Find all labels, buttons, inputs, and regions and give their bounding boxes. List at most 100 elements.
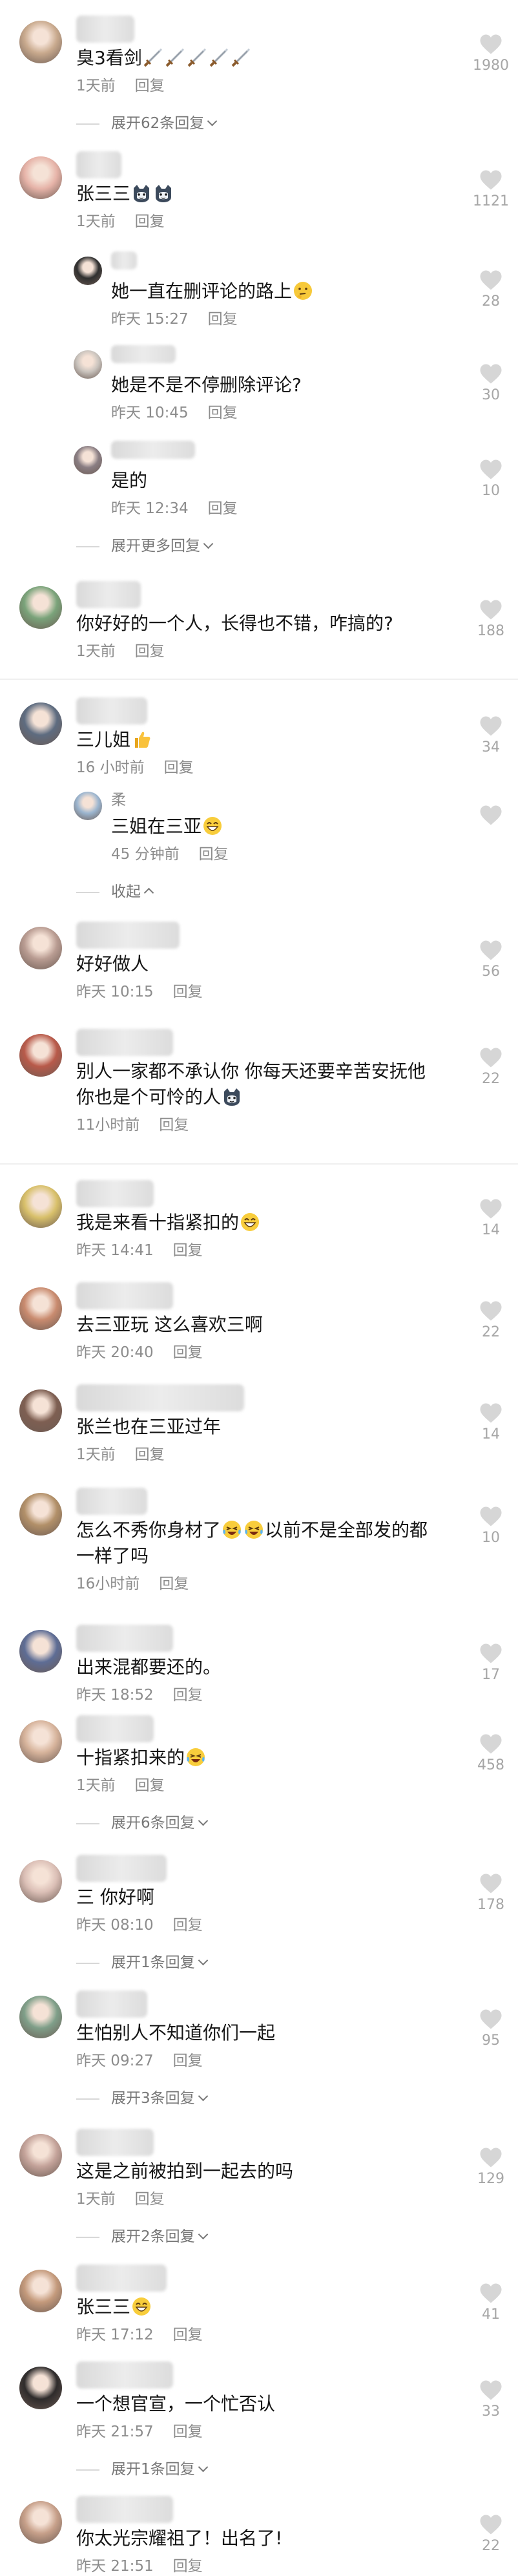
like-button[interactable]: 34 xyxy=(468,715,513,755)
like-button[interactable]: 22 xyxy=(468,2514,513,2554)
avatar[interactable] xyxy=(74,792,102,820)
username-blurred[interactable] xyxy=(76,2129,154,2156)
like-button[interactable]: 56 xyxy=(468,940,513,980)
avatar[interactable] xyxy=(19,2367,62,2409)
like-button[interactable]: 14 xyxy=(468,1402,513,1442)
reply-button[interactable]: 回复 xyxy=(159,1117,189,1134)
like-button[interactable]: 22 xyxy=(468,1047,513,1087)
avatar[interactable] xyxy=(19,1389,62,1432)
expand-label[interactable]: 展开1条回复 xyxy=(111,1954,195,1971)
expand-replies-button[interactable]: 展开3条回复 xyxy=(76,2089,208,2108)
expand-replies-button[interactable]: 展开62条回复 xyxy=(76,114,218,133)
reply-button[interactable]: 回复 xyxy=(173,2423,203,2440)
username-blurred[interactable] xyxy=(76,581,141,608)
avatar[interactable] xyxy=(19,1287,62,1330)
collapse-replies-button[interactable]: 收起 xyxy=(76,882,154,902)
expand-label[interactable]: 展开62条回复 xyxy=(111,115,204,132)
reply-button[interactable]: 回复 xyxy=(173,2053,203,2069)
reply-button[interactable]: 回复 xyxy=(208,405,238,421)
reply-button[interactable]: 回复 xyxy=(173,984,203,1000)
username-blurred[interactable] xyxy=(76,151,121,178)
expand-label[interactable]: 展开3条回复 xyxy=(111,2090,195,2107)
username-blurred[interactable] xyxy=(76,1715,154,1742)
avatar[interactable] xyxy=(19,2501,62,2544)
reply-button[interactable]: 回复 xyxy=(173,1242,203,1259)
avatar[interactable] xyxy=(19,702,62,745)
reply-button[interactable]: 回复 xyxy=(135,78,165,94)
username-blurred[interactable] xyxy=(111,441,195,459)
avatar[interactable] xyxy=(19,586,62,629)
like-button[interactable]: 458 xyxy=(468,1733,513,1773)
reply-button[interactable]: 回复 xyxy=(173,1917,203,1934)
like-button[interactable]: 95 xyxy=(468,2009,513,2049)
username-blurred[interactable] xyxy=(76,697,147,724)
avatar[interactable] xyxy=(19,1996,62,2038)
username-blurred[interactable] xyxy=(76,922,180,949)
like-button[interactable]: 188 xyxy=(468,599,513,639)
reply-button[interactable]: 回复 xyxy=(135,2191,165,2208)
like-button[interactable] xyxy=(468,805,513,826)
reply-button[interactable]: 回复 xyxy=(173,2558,203,2575)
username-blurred[interactable] xyxy=(111,345,176,363)
username-blurred[interactable] xyxy=(76,1855,167,1882)
reply-button[interactable]: 回复 xyxy=(135,1446,165,1463)
avatar[interactable] xyxy=(19,1185,62,1228)
reply-button[interactable]: 回复 xyxy=(135,643,165,660)
reply-button[interactable]: 回复 xyxy=(135,1777,165,1794)
reply-button[interactable]: 回复 xyxy=(173,2327,203,2343)
expand-replies-button[interactable]: 展开1条回复 xyxy=(76,1953,208,1972)
expand-replies-button[interactable]: 展开2条回复 xyxy=(76,2227,208,2246)
like-button[interactable]: 129 xyxy=(468,2147,513,2187)
avatar[interactable] xyxy=(19,21,62,63)
reply-button[interactable]: 回复 xyxy=(208,311,238,328)
like-button[interactable]: 33 xyxy=(468,2380,513,2420)
expand-label[interactable]: 展开1条回复 xyxy=(111,2461,195,2478)
like-button[interactable]: 1121 xyxy=(468,169,513,209)
expand-label[interactable]: 收起 xyxy=(111,883,141,900)
like-button[interactable]: 28 xyxy=(468,269,513,310)
avatar[interactable] xyxy=(74,446,102,474)
avatar[interactable] xyxy=(74,257,102,285)
reply-button[interactable]: 回复 xyxy=(159,1576,189,1592)
like-button[interactable]: 14 xyxy=(468,1198,513,1238)
avatar[interactable] xyxy=(19,2270,62,2312)
like-button[interactable]: 10 xyxy=(468,459,513,499)
expand-label[interactable]: 展开更多回复 xyxy=(111,538,200,554)
username-blurred[interactable] xyxy=(76,1488,147,1515)
avatar[interactable] xyxy=(19,1493,62,1536)
reply-button[interactable]: 回复 xyxy=(164,759,194,776)
reply-button[interactable]: 回复 xyxy=(173,1344,203,1361)
username[interactable]: 柔 xyxy=(111,790,126,810)
username-blurred[interactable] xyxy=(76,1990,147,2018)
avatar[interactable] xyxy=(19,1034,62,1077)
avatar[interactable] xyxy=(19,1630,62,1673)
reply-button[interactable]: 回复 xyxy=(173,1687,203,1704)
username-blurred[interactable] xyxy=(76,2361,173,2389)
expand-label[interactable]: 展开2条回复 xyxy=(111,2228,195,2245)
avatar[interactable] xyxy=(19,156,62,199)
avatar[interactable] xyxy=(74,350,102,379)
username-blurred[interactable] xyxy=(111,251,137,269)
username-blurred[interactable] xyxy=(76,2496,173,2523)
expand-replies-button[interactable]: 展开6条回复 xyxy=(76,1813,208,1833)
username-blurred[interactable] xyxy=(76,1029,173,1056)
username-blurred[interactable] xyxy=(76,1180,154,1207)
username-blurred[interactable] xyxy=(76,1625,173,1652)
username-blurred[interactable] xyxy=(76,2265,167,2292)
reply-button[interactable]: 回复 xyxy=(208,500,238,517)
username-blurred[interactable] xyxy=(76,1384,244,1411)
reply-button[interactable]: 回复 xyxy=(135,213,165,230)
avatar[interactable] xyxy=(19,927,62,969)
like-button[interactable]: 22 xyxy=(468,1300,513,1340)
avatar[interactable] xyxy=(19,1860,62,1903)
like-button[interactable]: 30 xyxy=(468,363,513,403)
expand-label[interactable]: 展开6条回复 xyxy=(111,1815,195,1832)
avatar[interactable] xyxy=(19,1720,62,1763)
expand-replies-button[interactable]: 展开1条回复 xyxy=(76,2460,208,2479)
expand-replies-button[interactable]: 展开更多回复 xyxy=(76,536,214,556)
like-button[interactable]: 17 xyxy=(468,1643,513,1683)
like-button[interactable]: 10 xyxy=(468,1506,513,1546)
like-button[interactable]: 1980 xyxy=(468,34,513,74)
reply-button[interactable]: 回复 xyxy=(199,846,229,863)
like-button[interactable]: 41 xyxy=(468,2283,513,2323)
